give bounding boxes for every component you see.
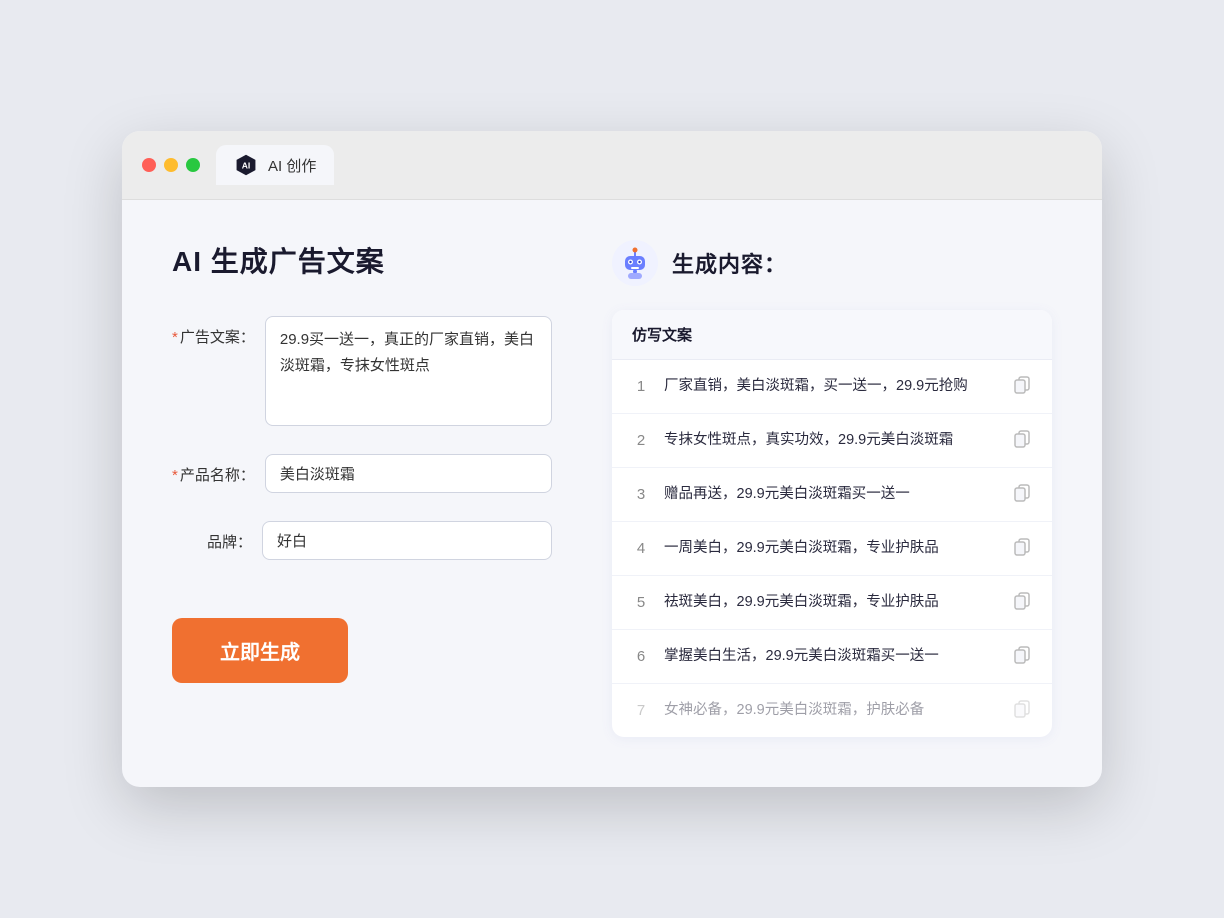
item-text: 一周美白，29.9元美白淡斑霜，专业护肤品 — [664, 538, 998, 560]
tab-ai[interactable]: AI AI 创作 — [216, 145, 334, 185]
item-number: 5 — [632, 594, 650, 611]
item-number: 7 — [632, 702, 650, 719]
copy-icon[interactable] — [1012, 590, 1032, 615]
fullscreen-button[interactable] — [186, 158, 200, 172]
result-item: 4 一周美白，29.9元美白淡斑霜，专业护肤品 — [612, 522, 1052, 576]
result-title: 生成内容： — [672, 247, 787, 279]
item-text: 赠品再送，29.9元美白淡斑霜买一送一 — [664, 484, 998, 506]
item-text: 掌握美白生活，29.9元美白淡斑霜买一送一 — [664, 646, 998, 668]
brand-group: 品牌： — [172, 521, 552, 560]
result-list: 1 厂家直销，美白淡斑霜，买一送一，29.9元抢购 2 专抹女性斑点，真实功效，29… — [612, 360, 1052, 737]
copy-icon[interactable] — [1012, 482, 1032, 507]
brand-input[interactable] — [262, 521, 552, 560]
result-item: 7 女神必备，29.9元美白淡斑霜，护肤必备 — [612, 684, 1052, 737]
item-number: 1 — [632, 378, 650, 395]
item-text: 厂家直销，美白淡斑霜，买一送一，29.9元抢购 — [664, 376, 998, 398]
page-title: AI 生成广告文案 — [172, 240, 552, 280]
result-item: 3 赠品再送，29.9元美白淡斑霜买一送一 — [612, 468, 1052, 522]
ad-copy-group: *广告文案： 29.9买一送一，真正的厂家直销，美白淡斑霜，专抹女性斑点 — [172, 316, 552, 426]
ai-tab-icon: AI — [234, 153, 258, 177]
title-bar: AI AI 创作 — [122, 131, 1102, 200]
copy-icon[interactable] — [1012, 536, 1032, 561]
minimize-button[interactable] — [164, 158, 178, 172]
product-required-mark: * — [172, 467, 178, 484]
ad-copy-input[interactable]: 29.9买一送一，真正的厂家直销，美白淡斑霜，专抹女性斑点 — [265, 316, 552, 426]
svg-text:AI: AI — [242, 160, 251, 170]
item-number: 4 — [632, 540, 650, 557]
generate-button[interactable]: 立即生成 — [172, 618, 348, 683]
item-text: 祛斑美白，29.9元美白淡斑霜，专业护肤品 — [664, 592, 998, 614]
browser-window: AI AI 创作 AI 生成广告文案 *广告文案： 29.9买一送一，真正的厂家… — [122, 131, 1102, 787]
product-name-input[interactable] — [265, 454, 552, 493]
result-header: 生成内容： — [612, 240, 1052, 286]
result-item: 5 祛斑美白，29.9元美白淡斑霜，专业护肤品 — [612, 576, 1052, 630]
copy-icon[interactable] — [1012, 698, 1032, 723]
tab-label: AI 创作 — [268, 155, 316, 176]
item-text: 专抹女性斑点，真实功效，29.9元美白淡斑霜 — [664, 430, 998, 452]
robot-icon — [612, 240, 658, 286]
result-item: 1 厂家直销，美白淡斑霜，买一送一，29.9元抢购 — [612, 360, 1052, 414]
result-box: 仿写文案 1 厂家直销，美白淡斑霜，买一送一，29.9元抢购 2 专抹女性斑点，真实… — [612, 310, 1052, 737]
product-name-group: *产品名称： — [172, 454, 552, 493]
product-name-label: *产品名称： — [172, 454, 255, 485]
ad-copy-label: *广告文案： — [172, 316, 255, 347]
copy-icon[interactable] — [1012, 428, 1032, 453]
item-number: 6 — [632, 648, 650, 665]
item-text: 女神必备，29.9元美白淡斑霜，护肤必备 — [664, 700, 998, 722]
close-button[interactable] — [142, 158, 156, 172]
result-item: 2 专抹女性斑点，真实功效，29.9元美白淡斑霜 — [612, 414, 1052, 468]
item-number: 3 — [632, 486, 650, 503]
result-item: 6 掌握美白生活，29.9元美白淡斑霜买一送一 — [612, 630, 1052, 684]
left-panel: AI 生成广告文案 *广告文案： 29.9买一送一，真正的厂家直销，美白淡斑霜，… — [172, 240, 552, 683]
item-number: 2 — [632, 432, 650, 449]
right-panel: 生成内容： 仿写文案 1 厂家直销，美白淡斑霜，买一送一，29.9元抢购 2 专抹女… — [612, 240, 1052, 737]
ad-required-mark: * — [172, 329, 178, 346]
brand-label: 品牌： — [172, 521, 252, 552]
traffic-lights — [142, 158, 200, 172]
result-column-header: 仿写文案 — [612, 310, 1052, 360]
main-content: AI 生成广告文案 *广告文案： 29.9买一送一，真正的厂家直销，美白淡斑霜，… — [122, 200, 1102, 787]
copy-icon[interactable] — [1012, 374, 1032, 399]
copy-icon[interactable] — [1012, 644, 1032, 669]
